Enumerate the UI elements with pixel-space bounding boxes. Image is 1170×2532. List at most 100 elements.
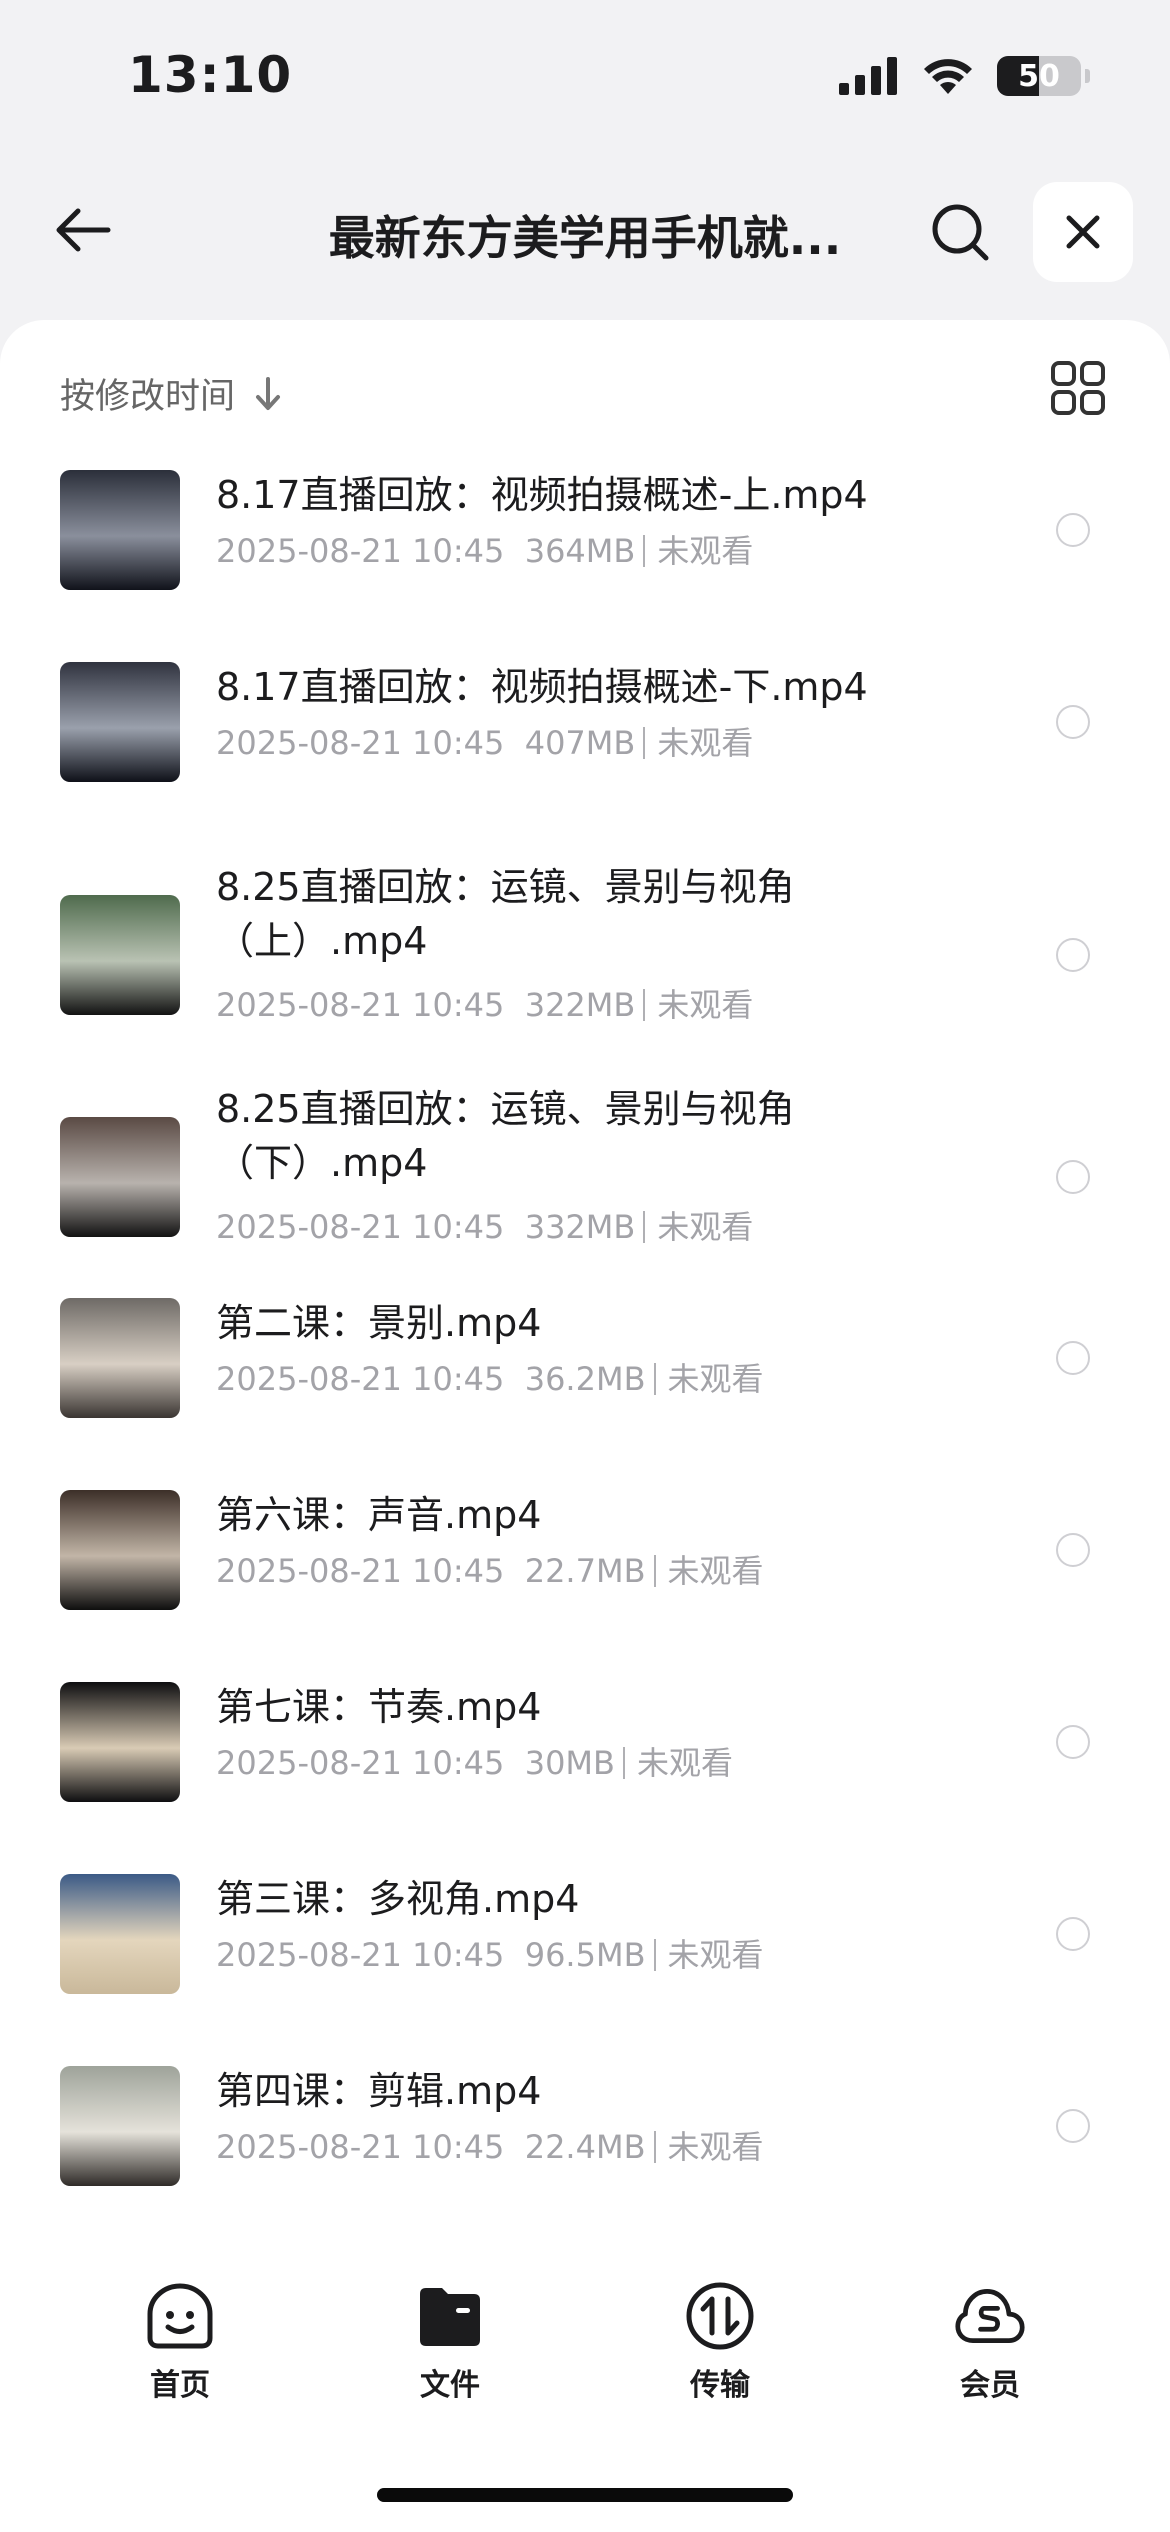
tab-member-label: 会员 [960,2368,1020,2403]
select-radio[interactable] [1056,1917,1090,1951]
file-size: 22.7MB [524,1552,646,1590]
meta-divider [643,535,646,567]
tab-transfer-label: 传输 [690,2368,750,2403]
watch-status: 未观看 [667,1552,764,1590]
tab-files[interactable]: 文件 [375,2280,525,2410]
select-radio[interactable] [1056,938,1090,972]
watch-status: 未观看 [657,986,754,1024]
battery-percent: 50 [1018,58,1060,94]
file-meta: 2025-08-21 10:45 22.4MB 未观看 [216,2122,764,2168]
file-date: 2025-08-21 10:45 [216,2128,505,2166]
file-name: 8.17直播回放：视频拍摄概述-下.mp4 [216,665,868,709]
tab-transfer[interactable]: 传输 [645,2280,795,2410]
file-name: 第四课：剪辑.mp4 [216,2069,542,2113]
back-button[interactable] [42,190,122,270]
close-button[interactable] [1033,182,1133,282]
file-meta: 2025-08-21 10:45 407MB 未观看 [216,718,753,764]
video-thumbnail [60,470,180,590]
status-time: 13:10 [128,46,293,104]
select-radio[interactable] [1056,705,1090,739]
watch-status: 未观看 [667,1936,764,1974]
file-row[interactable]: 第三课：多视角.mp4 2025-08-21 10:45 96.5MB 未观看 [0,1874,1170,1994]
file-sheet: 按修改时间 8.17直播回放：视频拍摄概述-上.mp4 2025-08-21 10… [0,320,1170,2532]
file-name: 第二课：景别.mp4 [216,1301,542,1345]
file-row[interactable]: 第六课：声音.mp4 2025-08-21 10:45 22.7MB 未观看 [0,1490,1170,1610]
video-thumbnail [60,1682,180,1802]
page-title: 最新东方美学用手机就... [328,211,842,265]
file-size: 30MB [524,1744,615,1782]
file-name: 8.17直播回放：视频拍摄概述-上.mp4 [216,473,868,517]
tab-member[interactable]: 会员 [915,2280,1065,2410]
select-radio[interactable] [1056,1341,1090,1375]
meta-divider [653,2131,656,2163]
file-name: 第六课：声音.mp4 [216,1493,542,1537]
cloud-s-icon [955,2289,1025,2343]
search-button[interactable] [920,192,1000,272]
nav-bar: 最新东方美学用手机就... [0,170,1170,295]
file-size: 36.2MB [524,1360,646,1398]
meta-divider [622,1747,625,1779]
wifi-icon [924,59,972,94]
watch-status: 未观看 [657,1208,754,1246]
file-date: 2025-08-21 10:45 [216,532,505,570]
folder-icon [420,2288,480,2346]
file-date: 2025-08-21 10:45 [216,724,505,762]
tab-home-label: 首页 [150,2368,210,2403]
file-row[interactable]: 8.17直播回放：视频拍摄概述-上.mp4 2025-08-21 10:45 36… [0,470,1170,590]
select-radio[interactable] [1056,2109,1090,2143]
file-size: 332MB [524,1208,636,1246]
file-date: 2025-08-21 10:45 [216,1360,505,1398]
video-thumbnail [60,895,180,1015]
smile-face-icon [147,2283,213,2349]
meta-divider [653,1363,656,1395]
video-thumbnail [60,662,180,782]
file-date: 2025-08-21 10:45 [216,1936,505,1974]
cellular-signal-icon [839,57,897,95]
transfer-icon [686,2282,754,2350]
video-thumbnail [60,1874,180,1994]
watch-status: 未观看 [636,1744,733,1782]
file-meta: 2025-08-21 10:45 332MB 未观看 [216,1202,753,1248]
search-icon [932,204,989,261]
grid-view-icon[interactable] [1050,360,1106,416]
battery-indicator: 50 [997,56,1081,96]
meta-divider [643,727,646,759]
video-thumbnail [60,1298,180,1418]
file-row[interactable]: 8.17直播回放：视频拍摄概述-下.mp4 2025-08-21 10:45 40… [0,662,1170,782]
video-thumbnail [60,2066,180,2186]
file-meta: 2025-08-21 10:45 96.5MB 未观看 [216,1930,764,1976]
select-radio[interactable] [1056,1533,1090,1567]
file-date: 2025-08-21 10:45 [216,1208,505,1246]
battery-cap [1085,69,1090,83]
file-row[interactable]: 8.25直播回放：运镜、景别与视角（上）.mp4 2025-08-21 10:45… [0,865,1170,1040]
file-name: 第三课：多视角.mp4 [216,1877,580,1921]
tab-bar: 首页 文件 传输 会员 [0,2280,1170,2410]
file-row[interactable]: 第二课：景别.mp4 2025-08-21 10:45 36.2MB 未观看 [0,1298,1170,1418]
meta-divider [643,1211,646,1243]
watch-status: 未观看 [667,1360,764,1398]
watch-status: 未观看 [657,532,754,570]
file-size: 407MB [524,724,636,762]
file-date: 2025-08-21 10:45 [216,986,505,1024]
file-row[interactable]: 8.25直播回放：运镜、景别与视角（下）.mp4 2025-08-21 10:45… [0,1087,1170,1262]
file-name: 8.25直播回放：运镜、景别与视角（上）.mp4 [216,865,795,963]
sort-label: 按修改时间 [60,377,236,417]
file-row[interactable]: 第四课：剪辑.mp4 2025-08-21 10:45 22.4MB 未观看 [0,2066,1170,2186]
file-row[interactable]: 第七课：节奏.mp4 2025-08-21 10:45 30MB 未观看 [0,1682,1170,1802]
select-radio[interactable] [1056,513,1090,547]
sort-control[interactable]: 按修改时间 [60,368,283,419]
file-name: 第七课：节奏.mp4 [216,1685,542,1729]
tab-home[interactable]: 首页 [105,2280,255,2410]
close-icon [1066,215,1100,249]
status-icons: 50 [839,56,1090,96]
meta-divider [643,989,646,1021]
file-name: 8.25直播回放：运镜、景别与视角（下）.mp4 [216,1087,795,1185]
file-size: 322MB [524,986,636,1024]
select-radio[interactable] [1056,1725,1090,1759]
file-date: 2025-08-21 10:45 [216,1552,505,1590]
file-meta: 2025-08-21 10:45 36.2MB 未观看 [216,1354,764,1400]
watch-status: 未观看 [657,724,754,762]
select-radio[interactable] [1056,1160,1090,1194]
file-size: 22.4MB [524,2128,646,2166]
watch-status: 未观看 [667,2128,764,2166]
